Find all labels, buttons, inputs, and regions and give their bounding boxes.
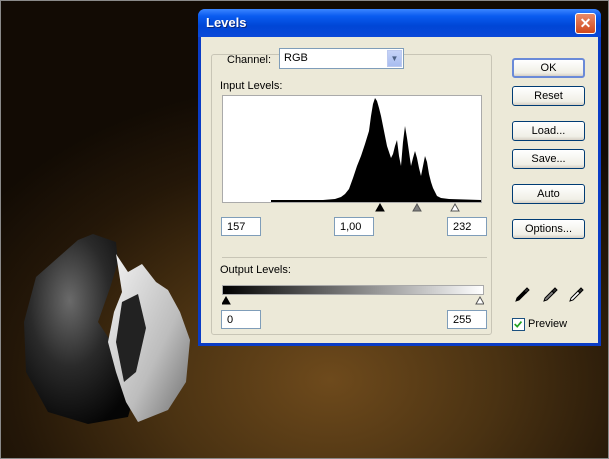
eyedropper-gray-icon[interactable] [542, 285, 560, 303]
chevron-down-icon[interactable]: ▼ [387, 50, 402, 67]
output-black-handle [222, 295, 231, 305]
output-white-handle [475, 295, 484, 305]
output-black-field[interactable]: 0 [221, 310, 261, 329]
input-levels-slider[interactable] [222, 202, 480, 212]
preview-checkbox[interactable] [512, 318, 525, 331]
close-icon[interactable]: ✕ [575, 13, 596, 34]
white-point-handle [450, 202, 460, 212]
histogram [222, 95, 482, 203]
reset-button[interactable]: Reset [512, 86, 585, 106]
output-levels-slider[interactable] [222, 295, 484, 305]
gamma-handle [412, 202, 422, 212]
input-white-field[interactable]: 232 [447, 217, 487, 236]
output-white-field[interactable]: 255 [447, 310, 487, 329]
input-gamma-value: 1,00 [340, 221, 362, 233]
auto-button[interactable]: Auto [512, 184, 585, 204]
channel-label: Channel: [227, 54, 272, 66]
dialog-title: Levels [206, 15, 247, 30]
input-white-value: 232 [453, 221, 472, 233]
ok-button[interactable]: OK [512, 58, 585, 78]
input-black-field[interactable]: 157 [221, 217, 261, 236]
black-point-handle [375, 202, 385, 212]
dialog-titlebar[interactable]: Levels ✕ [198, 9, 601, 37]
input-gamma-field[interactable]: 1,00 [334, 217, 374, 236]
channel-select[interactable]: RGB ▼ [279, 48, 404, 69]
input-black-value: 157 [227, 221, 246, 233]
options-button[interactable]: Options... [512, 219, 585, 239]
dialog-client-area: Channel: RGB ▼ Input Levels: 157 1,00 23… [201, 37, 598, 343]
output-black-value: 0 [227, 314, 234, 326]
checkmark-icon [514, 320, 523, 328]
levels-dialog: Levels ✕ Channel: RGB ▼ Input Levels: 15… [198, 9, 601, 346]
broken-egg-shell-image [24, 234, 190, 424]
channel-value: RGB [284, 52, 308, 64]
output-gradient-bar [222, 285, 484, 295]
preview-label[interactable]: Preview [528, 318, 567, 330]
output-white-value: 255 [453, 314, 472, 326]
output-levels-label: Output Levels: [220, 264, 291, 276]
save-button[interactable]: Save... [512, 149, 585, 169]
eyedropper-white-icon[interactable] [568, 285, 586, 303]
group-separator [222, 257, 487, 258]
eyedropper-black-icon[interactable] [514, 285, 532, 303]
input-levels-label: Input Levels: [220, 80, 283, 92]
load-button[interactable]: Load... [512, 121, 585, 141]
